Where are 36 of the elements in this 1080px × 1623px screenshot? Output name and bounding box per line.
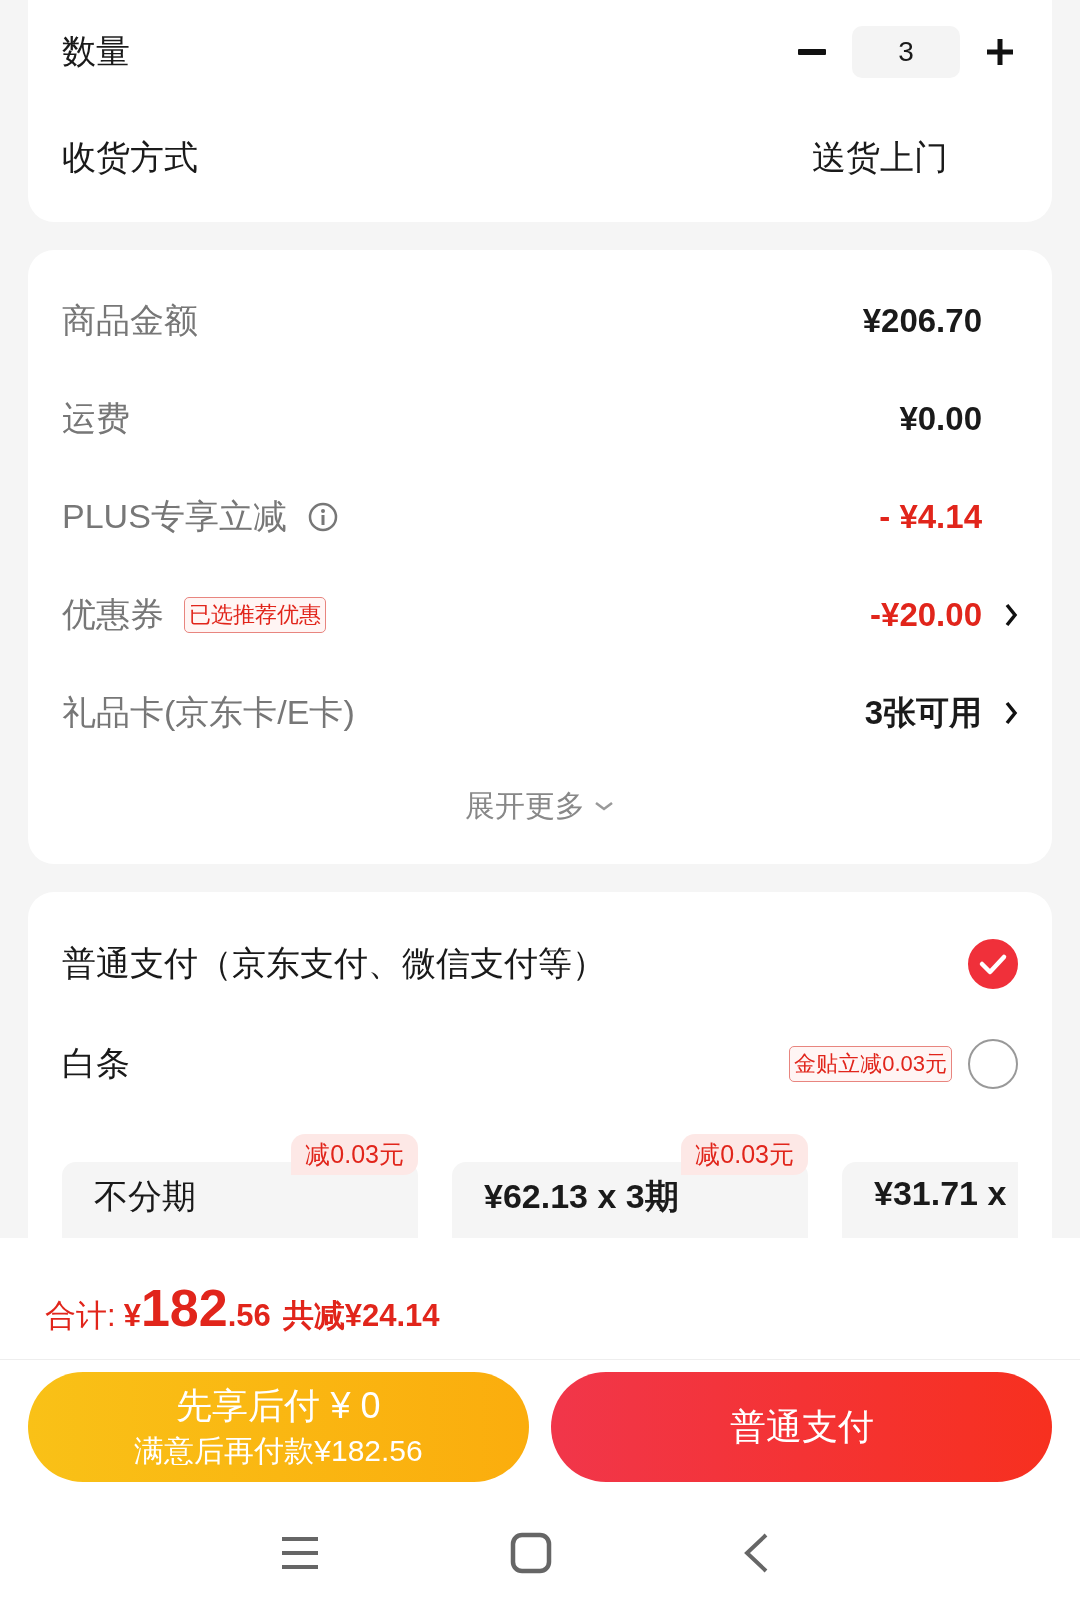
total-amount: 182 [140,1278,228,1338]
quantity-field[interactable]: 3 [852,26,960,78]
total-decimals: .56 [227,1298,271,1334]
summary-value[interactable]: -¥20.00 [870,596,982,634]
expand-toggle[interactable]: 展开更多 [62,762,1018,850]
back-icon [742,1531,770,1574]
total-label: 合计: [45,1297,116,1335]
summary-label: 商品金额 [62,300,198,341]
delivery-value[interactable]: 送货上门 [812,135,948,181]
summary-label: 礼品卡(京东卡/E卡) [62,692,355,733]
summary-label: 运费 [62,398,130,439]
installment-option[interactable]: ¥31.71 x [842,1162,1018,1238]
summary-label: 优惠券 [62,594,164,635]
summary-value: - ¥4.14 [879,498,982,536]
plus-icon [986,38,1014,66]
currency-symbol: ¥ [123,1298,141,1334]
minus-icon [798,49,826,55]
home-icon [510,1531,552,1574]
chevron-icon [593,799,615,813]
promo-tag: 金贴立减0.03元 [789,1046,952,1082]
summary-value[interactable]: 3张可用 [864,690,982,736]
saving-amount: 共减¥24.14 [282,1297,440,1335]
summary-label: PLUS专享立减 [62,496,287,537]
coupon-tag: 已选推荐优惠 [184,597,326,633]
check-icon [978,952,1008,976]
radio-button[interactable] [968,1039,1018,1089]
pay-button[interactable]: 普通支付 [551,1372,1052,1482]
summary-value: ¥0.00 [899,400,982,438]
delivery-label: 收货方式 [62,137,198,178]
quantity-label: 数量 [62,31,130,72]
summary-value: ¥206.70 [862,302,982,340]
discount-badge: 减0.03元 [291,1134,418,1175]
payment-option[interactable]: 白条 [62,1041,130,1087]
payment-option[interactable]: 普通支付（京东支付、微信支付等） [62,941,606,987]
radio-button[interactable] [968,939,1018,989]
discount-badge: 减0.03元 [681,1134,808,1175]
